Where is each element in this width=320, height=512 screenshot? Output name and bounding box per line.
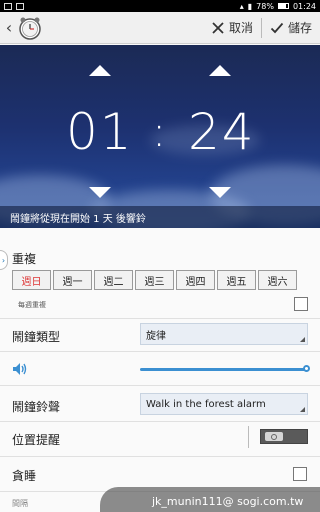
status-time: 01:24 bbox=[292, 1, 316, 11]
hour-up-arrow-icon[interactable] bbox=[89, 65, 111, 76]
back-chevron-icon[interactable]: ‹ bbox=[3, 18, 15, 37]
alarm-info-text: 鬧鐘將從現在開始 1 天 後響鈴 bbox=[0, 206, 320, 228]
signal-icon: ▮ bbox=[247, 1, 253, 11]
day-button-sun[interactable]: 週日 bbox=[12, 270, 51, 290]
chevron-right-icon: › bbox=[1, 255, 6, 265]
day-button-wed[interactable]: 週三 bbox=[135, 270, 174, 290]
minute-up-arrow-icon[interactable] bbox=[209, 65, 231, 76]
battery-percent: 78% bbox=[256, 1, 274, 11]
status-indicators: ▴ ▮ 78% 01:24 bbox=[240, 2, 316, 11]
day-button-sat[interactable]: 週六 bbox=[258, 270, 297, 290]
interval-label: 間隔 bbox=[12, 499, 28, 508]
notification-icon bbox=[4, 2, 12, 10]
volume-icon bbox=[13, 363, 27, 375]
alarm-type-label: 鬧鐘類型 bbox=[12, 330, 61, 344]
day-button-tue[interactable]: 週二 bbox=[94, 270, 133, 290]
status-notifications bbox=[4, 2, 24, 10]
volume-slider-thumb[interactable] bbox=[303, 365, 310, 372]
cancel-button[interactable]: 取消 bbox=[203, 12, 261, 44]
repeat-title: 重複 bbox=[12, 252, 37, 266]
snooze-label: 貪睡 bbox=[12, 469, 37, 483]
watermark: jk_munin111@ sogi.com.tw bbox=[100, 487, 320, 512]
save-button[interactable]: 儲存 bbox=[262, 12, 320, 44]
battery-icon bbox=[277, 3, 289, 9]
weekly-repeat-label: 每週重複 bbox=[18, 301, 46, 309]
minute-down-arrow-icon[interactable] bbox=[209, 187, 231, 198]
repeat-days: 週日 週一 週二 週三 週四 週五 週六 bbox=[12, 270, 297, 290]
save-label: 儲存 bbox=[287, 21, 312, 35]
screenshot-icon bbox=[16, 2, 24, 10]
check-icon bbox=[270, 22, 284, 33]
ringtone-select[interactable]: Walk in the forest alarm bbox=[140, 393, 308, 415]
divider bbox=[0, 318, 320, 319]
wifi-icon: ▴ bbox=[239, 1, 244, 11]
weekly-repeat-row: 每週重複 bbox=[0, 293, 320, 317]
hour-down-arrow-icon[interactable] bbox=[89, 187, 111, 198]
location-reminder-label: 位置提醒 bbox=[12, 433, 61, 447]
close-icon bbox=[212, 21, 224, 34]
action-bar: ‹ 取消 儲存 bbox=[0, 12, 320, 44]
hour-value[interactable]: 01 bbox=[66, 103, 134, 161]
alarm-type-select[interactable]: 旋律 bbox=[140, 323, 308, 345]
status-bar: ▴ ▮ 78% 01:24 bbox=[0, 0, 320, 12]
ringtone-label: 鬧鐘鈴聲 bbox=[12, 400, 61, 414]
time-picker-panel: 01 : 24 鬧鐘將從現在開始 1 天 後響鈴 bbox=[0, 45, 320, 228]
volume-slider[interactable] bbox=[140, 365, 310, 372]
divider bbox=[0, 351, 320, 352]
toggle-off-icon bbox=[271, 433, 277, 440]
toggle-divider bbox=[248, 426, 249, 448]
divider bbox=[0, 456, 320, 457]
divider bbox=[0, 421, 320, 422]
day-button-fri[interactable]: 週五 bbox=[217, 270, 256, 290]
minute-value[interactable]: 24 bbox=[188, 103, 256, 161]
toggle-knob bbox=[265, 432, 283, 441]
time-separator: : bbox=[152, 107, 169, 156]
snooze-checkbox[interactable] bbox=[293, 467, 307, 481]
day-button-mon[interactable]: 週一 bbox=[53, 270, 92, 290]
cancel-label: 取消 bbox=[228, 21, 253, 35]
side-expand-tab[interactable]: › bbox=[0, 250, 8, 270]
weekly-repeat-checkbox[interactable] bbox=[294, 297, 308, 311]
day-button-thu[interactable]: 週四 bbox=[176, 270, 215, 290]
alarm-clock-icon[interactable] bbox=[17, 15, 43, 41]
location-reminder-toggle[interactable] bbox=[260, 429, 308, 444]
divider bbox=[0, 385, 320, 386]
